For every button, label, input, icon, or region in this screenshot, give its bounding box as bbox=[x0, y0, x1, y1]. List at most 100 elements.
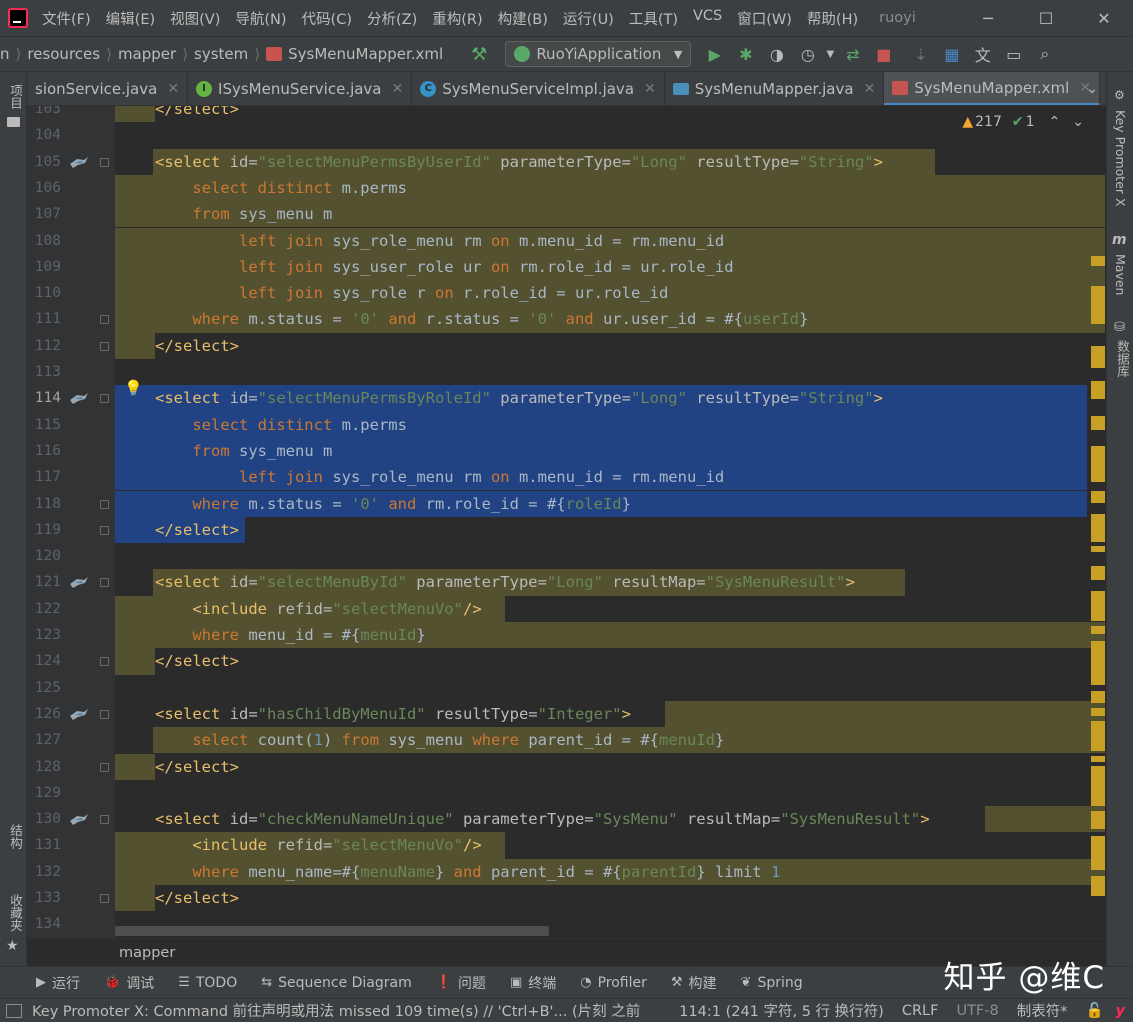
code-line[interactable]: 132 where menu_name=#{menuName} and pare… bbox=[27, 858, 1106, 885]
caret-position[interactable]: 114:1 (241 字符, 5 行 换行符) bbox=[679, 1000, 884, 1021]
fold-marker-icon[interactable] bbox=[100, 499, 109, 509]
stripe-mark[interactable] bbox=[1091, 766, 1105, 806]
menu-item[interactable]: 编辑(E) bbox=[106, 8, 155, 29]
stripe-mark[interactable] bbox=[1091, 346, 1105, 368]
line-separator[interactable]: CRLF bbox=[902, 1003, 939, 1019]
toggle-tool-windows-icon[interactable] bbox=[6, 1003, 22, 1018]
code-line[interactable]: 119 </select> bbox=[27, 516, 1106, 544]
database-icon[interactable]: ⛁ bbox=[1114, 320, 1125, 335]
file-encoding[interactable]: UTF-8 bbox=[956, 1003, 998, 1019]
tab-close-icon[interactable]: ✕ bbox=[864, 81, 876, 97]
menu-item[interactable]: 工具(T) bbox=[629, 8, 678, 29]
coverage-icon[interactable]: ◑ bbox=[761, 36, 792, 72]
code-line[interactable]: 113 bbox=[27, 359, 1106, 385]
code-line[interactable]: 120 bbox=[27, 543, 1106, 569]
stripe-mark[interactable] bbox=[1091, 546, 1105, 552]
code-line[interactable]: 111 where m.status = '0' and r.status = … bbox=[27, 306, 1106, 333]
stripe-mark[interactable] bbox=[1091, 491, 1105, 503]
vcs-icon[interactable]: ⇣ bbox=[905, 36, 936, 72]
translate-icon[interactable]: 文 bbox=[967, 36, 998, 72]
tool-window-button[interactable]: ▣ 终端 bbox=[510, 973, 556, 993]
editor-tab[interactable]: SysMenuMapper.java ✕ bbox=[665, 72, 885, 105]
tool-structure[interactable]: 结构 bbox=[6, 824, 25, 849]
maximize-icon[interactable]: ☐ bbox=[1017, 0, 1075, 36]
stripe-mark[interactable] bbox=[1091, 721, 1105, 751]
menu-item[interactable]: 构建(B) bbox=[498, 8, 548, 29]
mybatis-navigate-icon[interactable] bbox=[69, 707, 89, 721]
mybatis-navigate-icon[interactable] bbox=[69, 391, 89, 405]
code-line[interactable]: 126 <select id="hasChildByMenuId" resultT… bbox=[27, 700, 1106, 728]
code-line[interactable]: 112 </select> bbox=[27, 332, 1106, 359]
build-hammer-icon[interactable]: ⚒ bbox=[471, 44, 487, 65]
stripe-mark[interactable] bbox=[1091, 811, 1105, 829]
tab-close-icon[interactable]: ✕ bbox=[392, 81, 404, 97]
code-editor[interactable]: 103 </select> 104 105 <select id="selectMenu… bbox=[27, 106, 1106, 938]
menu-item[interactable]: 代码(C) bbox=[302, 8, 352, 29]
tab-close-icon[interactable]: ✕ bbox=[167, 81, 179, 97]
tool-favorites[interactable]: 收藏夹 bbox=[6, 894, 25, 932]
breadcrumb-item[interactable]: system bbox=[194, 45, 248, 63]
code-line[interactable]: 104 bbox=[27, 122, 1106, 148]
menu-item[interactable]: 视图(V) bbox=[170, 8, 220, 29]
code-line[interactable]: 121 <select id="selectMenuById" parameter… bbox=[27, 569, 1106, 596]
folder-icon[interactable] bbox=[7, 117, 20, 127]
tool-window-button[interactable]: 🐞 调试 bbox=[104, 973, 154, 993]
menu-item[interactable]: 文件(F) bbox=[42, 8, 91, 29]
mybatis-navigate-icon[interactable] bbox=[69, 812, 89, 826]
stripe-mark[interactable] bbox=[1091, 381, 1105, 399]
code-line[interactable]: 114 💡 <select id="selectMenuPermsByRoleId"… bbox=[27, 379, 1106, 412]
tool-window-button[interactable]: ▶ 运行 bbox=[36, 973, 80, 993]
close-icon[interactable]: ✕ bbox=[1075, 0, 1133, 36]
code-line[interactable]: 131 <include refid="selectMenuVo"/> bbox=[27, 832, 1106, 859]
stripe-mark[interactable] bbox=[1091, 641, 1105, 685]
tool-database[interactable]: 数据库 bbox=[1113, 340, 1132, 378]
stripe-mark[interactable] bbox=[1091, 626, 1105, 634]
tool-window-button[interactable]: ❦ Spring bbox=[741, 975, 803, 991]
code-line[interactable]: 122 <include refid="selectMenuVo"/> bbox=[27, 595, 1106, 622]
stripe-mark[interactable] bbox=[1091, 708, 1105, 716]
stripe-mark[interactable] bbox=[1091, 514, 1105, 542]
menu-item[interactable]: 运行(U) bbox=[563, 8, 614, 29]
star-icon[interactable]: ★ bbox=[6, 938, 19, 954]
plugin-y-icon[interactable]: y bbox=[1116, 1003, 1125, 1019]
status-message[interactable]: Key Promoter X: Command 前往声明或用法 missed 1… bbox=[32, 1000, 640, 1021]
fold-marker-icon[interactable] bbox=[100, 894, 109, 903]
code-line[interactable]: 106 select distinct m.perms bbox=[27, 174, 1106, 202]
fold-marker-icon[interactable] bbox=[100, 578, 109, 588]
run-configuration-select[interactable]: RuoYiApplication ▼ bbox=[505, 41, 692, 67]
lock-icon[interactable]: 🔓 bbox=[1085, 1002, 1103, 1019]
stripe-mark[interactable] bbox=[1091, 256, 1105, 266]
menu-item[interactable]: VCS bbox=[693, 8, 722, 29]
maven-icon[interactable]: m bbox=[1112, 232, 1127, 248]
mybatis-navigate-icon[interactable] bbox=[69, 155, 89, 169]
editor-tab[interactable]: I ISysMenuService.java ✕ bbox=[188, 72, 413, 105]
fold-marker-icon[interactable] bbox=[100, 315, 109, 325]
error-stripe[interactable] bbox=[1088, 246, 1106, 906]
menu-item[interactable]: 帮助(H) bbox=[807, 8, 858, 29]
breadcrumb-item[interactable]: n bbox=[0, 45, 10, 63]
run-icon[interactable]: ▶ bbox=[699, 36, 730, 72]
tool-window-button[interactable]: ☰ TODO bbox=[178, 975, 237, 991]
stripe-mark[interactable] bbox=[1091, 836, 1105, 870]
code-line[interactable]: 125 bbox=[27, 675, 1106, 701]
code-line[interactable]: 130 <select id="checkMenuNameUnique" para… bbox=[27, 806, 1106, 833]
stripe-mark[interactable] bbox=[1091, 446, 1105, 482]
stripe-mark[interactable] bbox=[1091, 416, 1105, 430]
mybatis-navigate-icon[interactable] bbox=[69, 575, 89, 589]
stripe-mark[interactable] bbox=[1091, 566, 1105, 580]
key-promoter-icon[interactable]: ⚙ bbox=[1114, 88, 1125, 102]
fold-marker-icon[interactable] bbox=[100, 525, 109, 535]
stripe-mark[interactable] bbox=[1091, 756, 1105, 762]
editor-tab[interactable]: C SysMenuServiceImpl.java ✕ bbox=[412, 72, 665, 105]
code-line[interactable]: 123 where menu_id = #{menuId} bbox=[27, 622, 1106, 649]
menu-item[interactable]: 导航(N) bbox=[235, 8, 286, 29]
tool-key-promoter[interactable]: Key Promoter X bbox=[1113, 110, 1128, 207]
update-app-icon[interactable]: ⇄ bbox=[837, 36, 868, 72]
fold-marker-icon[interactable] bbox=[100, 341, 109, 351]
stop-icon[interactable]: ■ bbox=[868, 36, 899, 72]
tabs-more-chevron-icon[interactable]: ⌄ bbox=[1086, 72, 1098, 105]
prev-next-arrows-icon[interactable]: ⌃⌄ bbox=[1049, 114, 1096, 130]
stripe-mark[interactable] bbox=[1091, 316, 1105, 324]
stripe-mark[interactable] bbox=[1091, 591, 1105, 621]
code-line[interactable]: 110 left join sys_role r on r.role_id = … bbox=[27, 280, 1106, 307]
